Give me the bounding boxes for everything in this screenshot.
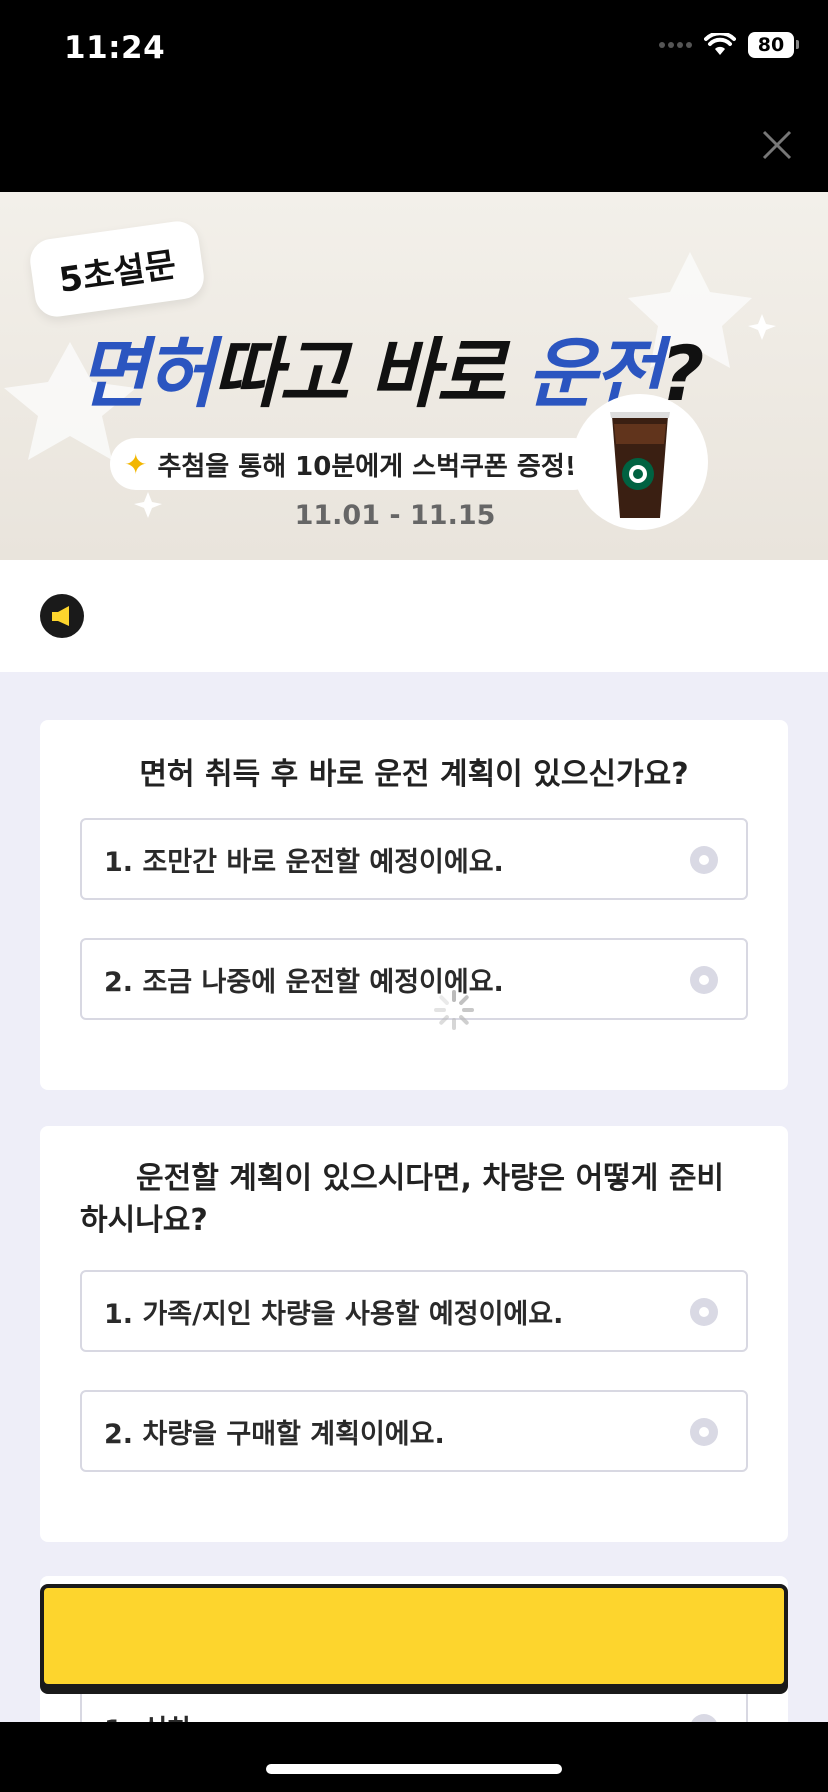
q1-option-1[interactable]: 1. 조만간 바로 운전할 예정이에요.	[80, 818, 748, 900]
megaphone-icon	[40, 594, 84, 638]
option-label: 1. 조만간 바로 운전할 예정이에요.	[104, 846, 504, 878]
modal-header	[0, 100, 828, 192]
option-label: 1. 가족/지인 차량을 사용할 예정이에요.	[104, 1298, 564, 1330]
radio-button[interactable]	[690, 1298, 718, 1326]
question-title-2: 운전할 계획이 있으시다면, 차량은 어떻게 준비 하시나요?	[80, 1158, 748, 1242]
headline-part-1: 면허	[78, 329, 215, 418]
radio-button[interactable]	[690, 1714, 718, 1722]
survey-section: 면허 취득 후 바로 운전 계획이 있으신가요? 1. 조만간 바로 운전할 예…	[0, 672, 828, 1722]
close-icon[interactable]	[754, 122, 800, 168]
question-title-1: 면허 취득 후 바로 운전 계획이 있으신가요?	[139, 757, 689, 792]
status-time: 11:24	[64, 30, 166, 66]
question-title-2-line-1: 운전할 계획이 있으시다면, 차량은 어떻게 준비	[136, 1161, 725, 1196]
status-icons: 80	[659, 32, 799, 58]
home-indicator[interactable]	[266, 1764, 562, 1774]
question-title-2-line-2: 하시나요?	[80, 1203, 208, 1238]
question-card-2: 운전할 계획이 있으시다면, 차량은 어떻게 준비 하시나요? 1. 가족/지인…	[40, 1126, 788, 1542]
q3-option-1[interactable]: 1. 신차	[80, 1686, 748, 1722]
prize-pill: ✦ 추첨을 통해 10분에게 스벅쿠폰 증정!	[110, 438, 599, 490]
radio-button[interactable]	[690, 1418, 718, 1446]
question-card-1: 면허 취득 후 바로 운전 계획이 있으신가요? 1. 조만간 바로 운전할 예…	[40, 720, 788, 1090]
radio-button[interactable]	[690, 846, 718, 874]
battery-icon: 80	[748, 32, 799, 58]
prize-text: 추첨을 통해 10분에게 스벅쿠폰 증정!	[157, 451, 577, 482]
submit-button[interactable]	[40, 1584, 788, 1688]
event-banner: 5초설문 면허따고 바로 운전? ✦ 추첨을 통해 10분에게 스벅쿠폰 증정!…	[0, 192, 828, 560]
coffee-cup-image	[572, 394, 708, 530]
option-label: 1. 신차	[104, 1708, 192, 1723]
option-label: 2. 차량을 구매할 계획이에요.	[104, 1418, 445, 1450]
q1-option-2[interactable]: 2. 조금 나중에 운전할 예정이에요.	[80, 938, 748, 1020]
q2-option-1[interactable]: 1. 가족/지인 차량을 사용할 예정이에요.	[80, 1270, 748, 1352]
radio-button[interactable]	[690, 966, 718, 994]
home-bar	[0, 1722, 828, 1792]
notice-strip	[0, 560, 828, 672]
sparkle-icon: ✦	[124, 447, 148, 481]
loading-spinner-icon	[434, 990, 474, 1030]
wifi-icon	[704, 33, 736, 55]
headline-part-2: 따고 바로	[211, 329, 506, 418]
cellular-signal-icon	[659, 42, 692, 48]
status-bar: 11:24 80	[0, 0, 828, 100]
q2-option-2[interactable]: 2. 차량을 구매할 계획이에요.	[80, 1390, 748, 1472]
